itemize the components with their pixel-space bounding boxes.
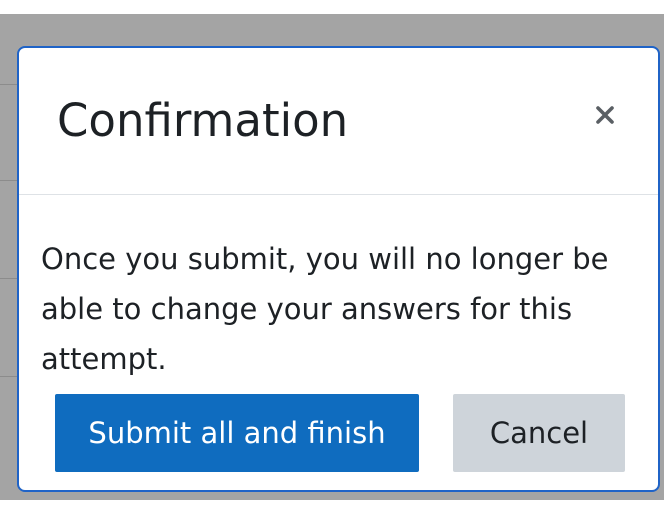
dialog-header: Confirmation [19,48,658,195]
submit-all-and-finish-button[interactable]: Submit all and finish [55,394,419,472]
dialog-title: Confirmation [57,94,349,147]
close-button[interactable] [588,98,622,132]
dialog-footer: Submit all and finish Cancel [19,394,658,474]
confirmation-dialog: Confirmation Once you submit, you will n… [17,46,660,492]
dialog-message: Once you submit, you will no longer be a… [41,242,609,376]
cancel-button[interactable]: Cancel [453,394,625,472]
close-icon [588,98,622,132]
dialog-body: Once you submit, you will no longer be a… [41,234,641,384]
